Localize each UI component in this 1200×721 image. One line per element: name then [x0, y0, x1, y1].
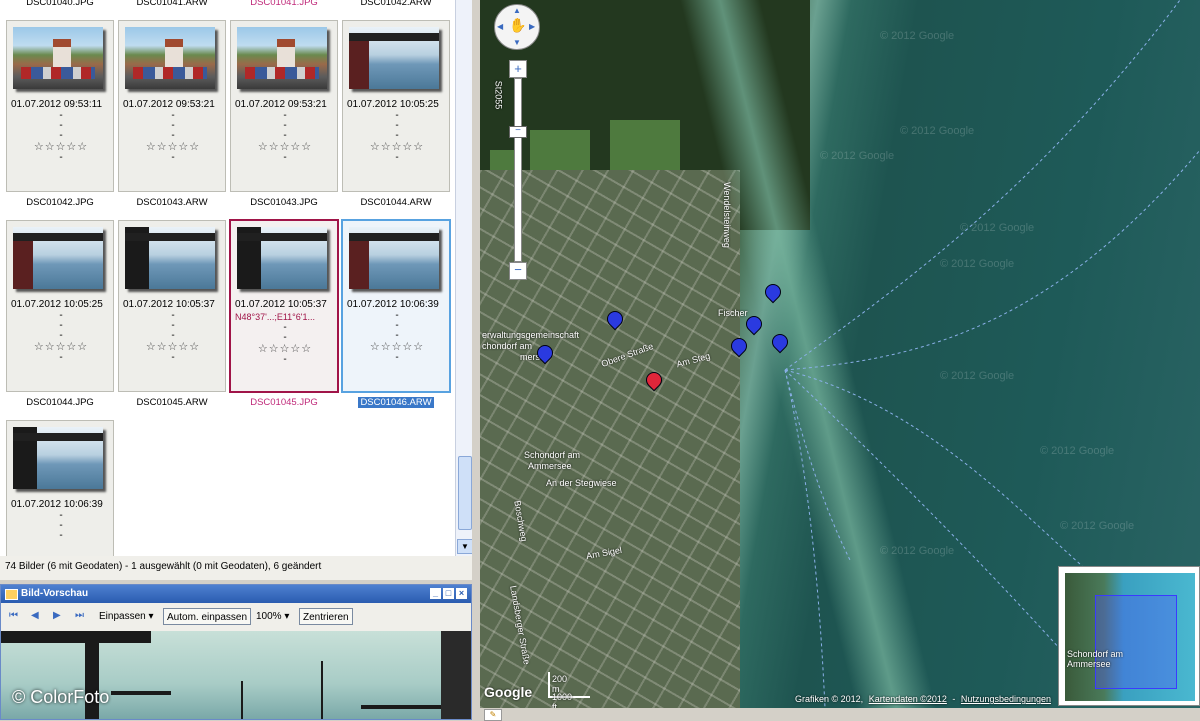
picture-icon: [5, 589, 18, 600]
close-icon[interactable]: ×: [456, 588, 467, 599]
restore-icon[interactable]: □: [443, 588, 454, 599]
center-button[interactable]: Zentrieren: [299, 608, 353, 625]
photo-thumbnail: [125, 227, 215, 289]
thumbnail-cell[interactable]: 01.07.2012 10:06:39 - - -: [6, 420, 114, 556]
zoom-out-button[interactable]: −: [509, 262, 527, 280]
cell-info: 01.07.2012 10:05:37 N48°37'...;E11°6'1..…: [235, 299, 335, 365]
photo-thumbnail: [349, 27, 439, 89]
thumbnail-cell[interactable]: 01.07.2012 09:53:21 - - - ☆☆☆☆☆ -: [230, 20, 338, 192]
satellite-map[interactable]: © 2012 Google © 2012 Google © 2012 Googl…: [480, 0, 1200, 708]
photo-thumbnail: [13, 227, 103, 289]
viewport-box[interactable]: [1095, 595, 1177, 689]
google-logo[interactable]: Google: [484, 684, 532, 700]
filename-label[interactable]: DSC01041.JPG: [230, 0, 338, 9]
filename-label[interactable]: DSC01045.JPG: [230, 397, 338, 408]
pan-down-icon[interactable]: ▼: [513, 38, 521, 47]
zoom-select[interactable]: 100% ▾: [256, 608, 289, 625]
datetime: 01.07.2012 10:05:37: [235, 299, 327, 310]
previous-image-icon[interactable]: ◀: [31, 611, 41, 621]
thumbnail-cell[interactable]: 01.07.2012 10:05:25 - - - ☆☆☆☆☆ -: [342, 20, 450, 192]
filename-label[interactable]: DSC01043.ARW: [118, 197, 226, 208]
scrollbar-thumb[interactable]: [458, 456, 472, 530]
photo-thumbnail: [13, 427, 103, 489]
thumbnail-cell[interactable]: 01.07.2012 10:05:37 - - - ☆☆☆☆☆ -: [118, 220, 226, 392]
filename-label[interactable]: DSC01040.JPG: [6, 0, 114, 9]
filename-label[interactable]: DSC01042.ARW: [342, 0, 450, 9]
cell-info: 01.07.2012 09:53:21 - - - ☆☆☆☆☆ -: [235, 99, 335, 163]
thumbnail-cell[interactable]: 01.07.2012 09:53:11 - - - ☆☆☆☆☆ -: [6, 20, 114, 192]
photo-thumbnail: [125, 27, 215, 89]
map-bottom-strip: ✎: [480, 708, 1200, 721]
vertical-scrollbar[interactable]: ▼: [455, 0, 472, 556]
status-text: 74 Bilder (6 mit Geodaten) - 1 ausgewähl…: [5, 561, 322, 572]
thumbnail-panel: DSC01040.JPG DSC01041.ARW DSC01041.JPG D…: [0, 0, 472, 556]
preview-toolbar: ⏮ ◀ ▶ ⏭ Einpassen ▾ Autom. einpassen 100…: [1, 603, 471, 632]
filename-label[interactable]: DSC01044.ARW: [342, 197, 450, 208]
filename-label[interactable]: DSC01045.ARW: [118, 397, 226, 408]
scroll-down-icon[interactable]: ▼: [457, 539, 472, 554]
preview-title: Bild-Vorschau: [21, 588, 89, 599]
pan-up-icon[interactable]: ▲: [513, 6, 521, 15]
map-attribution: Grafiken © 2012, Kartendaten ©2012 - Nut…: [795, 694, 1051, 704]
auto-fit-button[interactable]: Autom. einpassen: [163, 608, 252, 625]
fit-select[interactable]: Einpassen ▾: [99, 608, 154, 625]
cell-info: 01.07.2012 10:06:39 - - - ☆☆☆☆☆ -: [347, 299, 447, 363]
filename-label-selected[interactable]: DSC01046.ARW: [342, 397, 450, 408]
panel-splitter[interactable]: [472, 0, 480, 720]
last-image-icon[interactable]: ⏭: [75, 611, 85, 621]
pan-right-icon[interactable]: ▶: [529, 22, 535, 31]
copyright-watermark: © ColorFoto: [12, 687, 110, 707]
photo-thumbnail: [13, 27, 103, 89]
filename-label[interactable]: DSC01042.JPG: [6, 197, 114, 208]
cell-info: 01.07.2012 10:06:39 - - -: [11, 499, 111, 541]
filename-label[interactable]: DSC01043.JPG: [230, 197, 338, 208]
status-bar: 74 Bilder (6 mit Geodaten) - 1 ausgewähl…: [0, 556, 472, 580]
tool-icon[interactable]: ✎: [484, 709, 502, 721]
pan-left-icon[interactable]: ◀: [497, 22, 503, 31]
overview-map[interactable]: Schondorf am Ammersee: [1058, 566, 1200, 706]
first-image-icon[interactable]: ⏮: [9, 611, 19, 621]
pan-control[interactable]: ✋ ▲ ▼ ◀ ▶: [494, 4, 540, 50]
zoom-in-button[interactable]: +: [509, 60, 527, 78]
preview-title-bar: Bild-Vorschau _ □ ×: [1, 585, 471, 603]
cell-info: 01.07.2012 10:05:25 - - - ☆☆☆☆☆ -: [347, 99, 447, 163]
cell-info: 01.07.2012 10:05:37 - - - ☆☆☆☆☆ -: [123, 299, 223, 363]
photo-thumbnail: [349, 227, 439, 289]
cell-info: 01.07.2012 09:53:21 - - - ☆☆☆☆☆ -: [123, 99, 223, 163]
cell-info: 01.07.2012 10:05:25 - - - ☆☆☆☆☆ -: [11, 299, 111, 363]
photo-thumbnail: [237, 27, 327, 89]
photo-thumbnail: [237, 227, 327, 289]
filename-label[interactable]: DSC01044.JPG: [6, 397, 114, 408]
thumbnail-cell-selected[interactable]: 01.07.2012 10:06:39 - - - ☆☆☆☆☆ -: [341, 219, 451, 393]
thumbnail-cell[interactable]: 01.07.2012 09:53:21 - - - ☆☆☆☆☆ -: [118, 20, 226, 192]
next-image-icon[interactable]: ▶: [53, 611, 63, 621]
map-data-link[interactable]: Kartendaten ©2012: [869, 694, 947, 704]
terms-link[interactable]: Nutzungsbedingungen: [961, 694, 1051, 704]
thumbnail-cell-geotagged[interactable]: 01.07.2012 10:05:37 N48°37'...;E11°6'1..…: [229, 219, 339, 393]
zoom-slider[interactable]: −: [509, 126, 527, 138]
minimize-icon[interactable]: _: [430, 588, 441, 599]
cell-info: 01.07.2012 09:53:11 - - - ☆☆☆☆☆ -: [11, 99, 111, 163]
filename-label[interactable]: DSC01041.ARW: [118, 0, 226, 9]
hand-icon[interactable]: ✋: [509, 17, 526, 34]
thumbnail-cell[interactable]: 01.07.2012 10:05:25 - - - ☆☆☆☆☆ -: [6, 220, 114, 392]
zoom-track[interactable]: [514, 78, 522, 262]
